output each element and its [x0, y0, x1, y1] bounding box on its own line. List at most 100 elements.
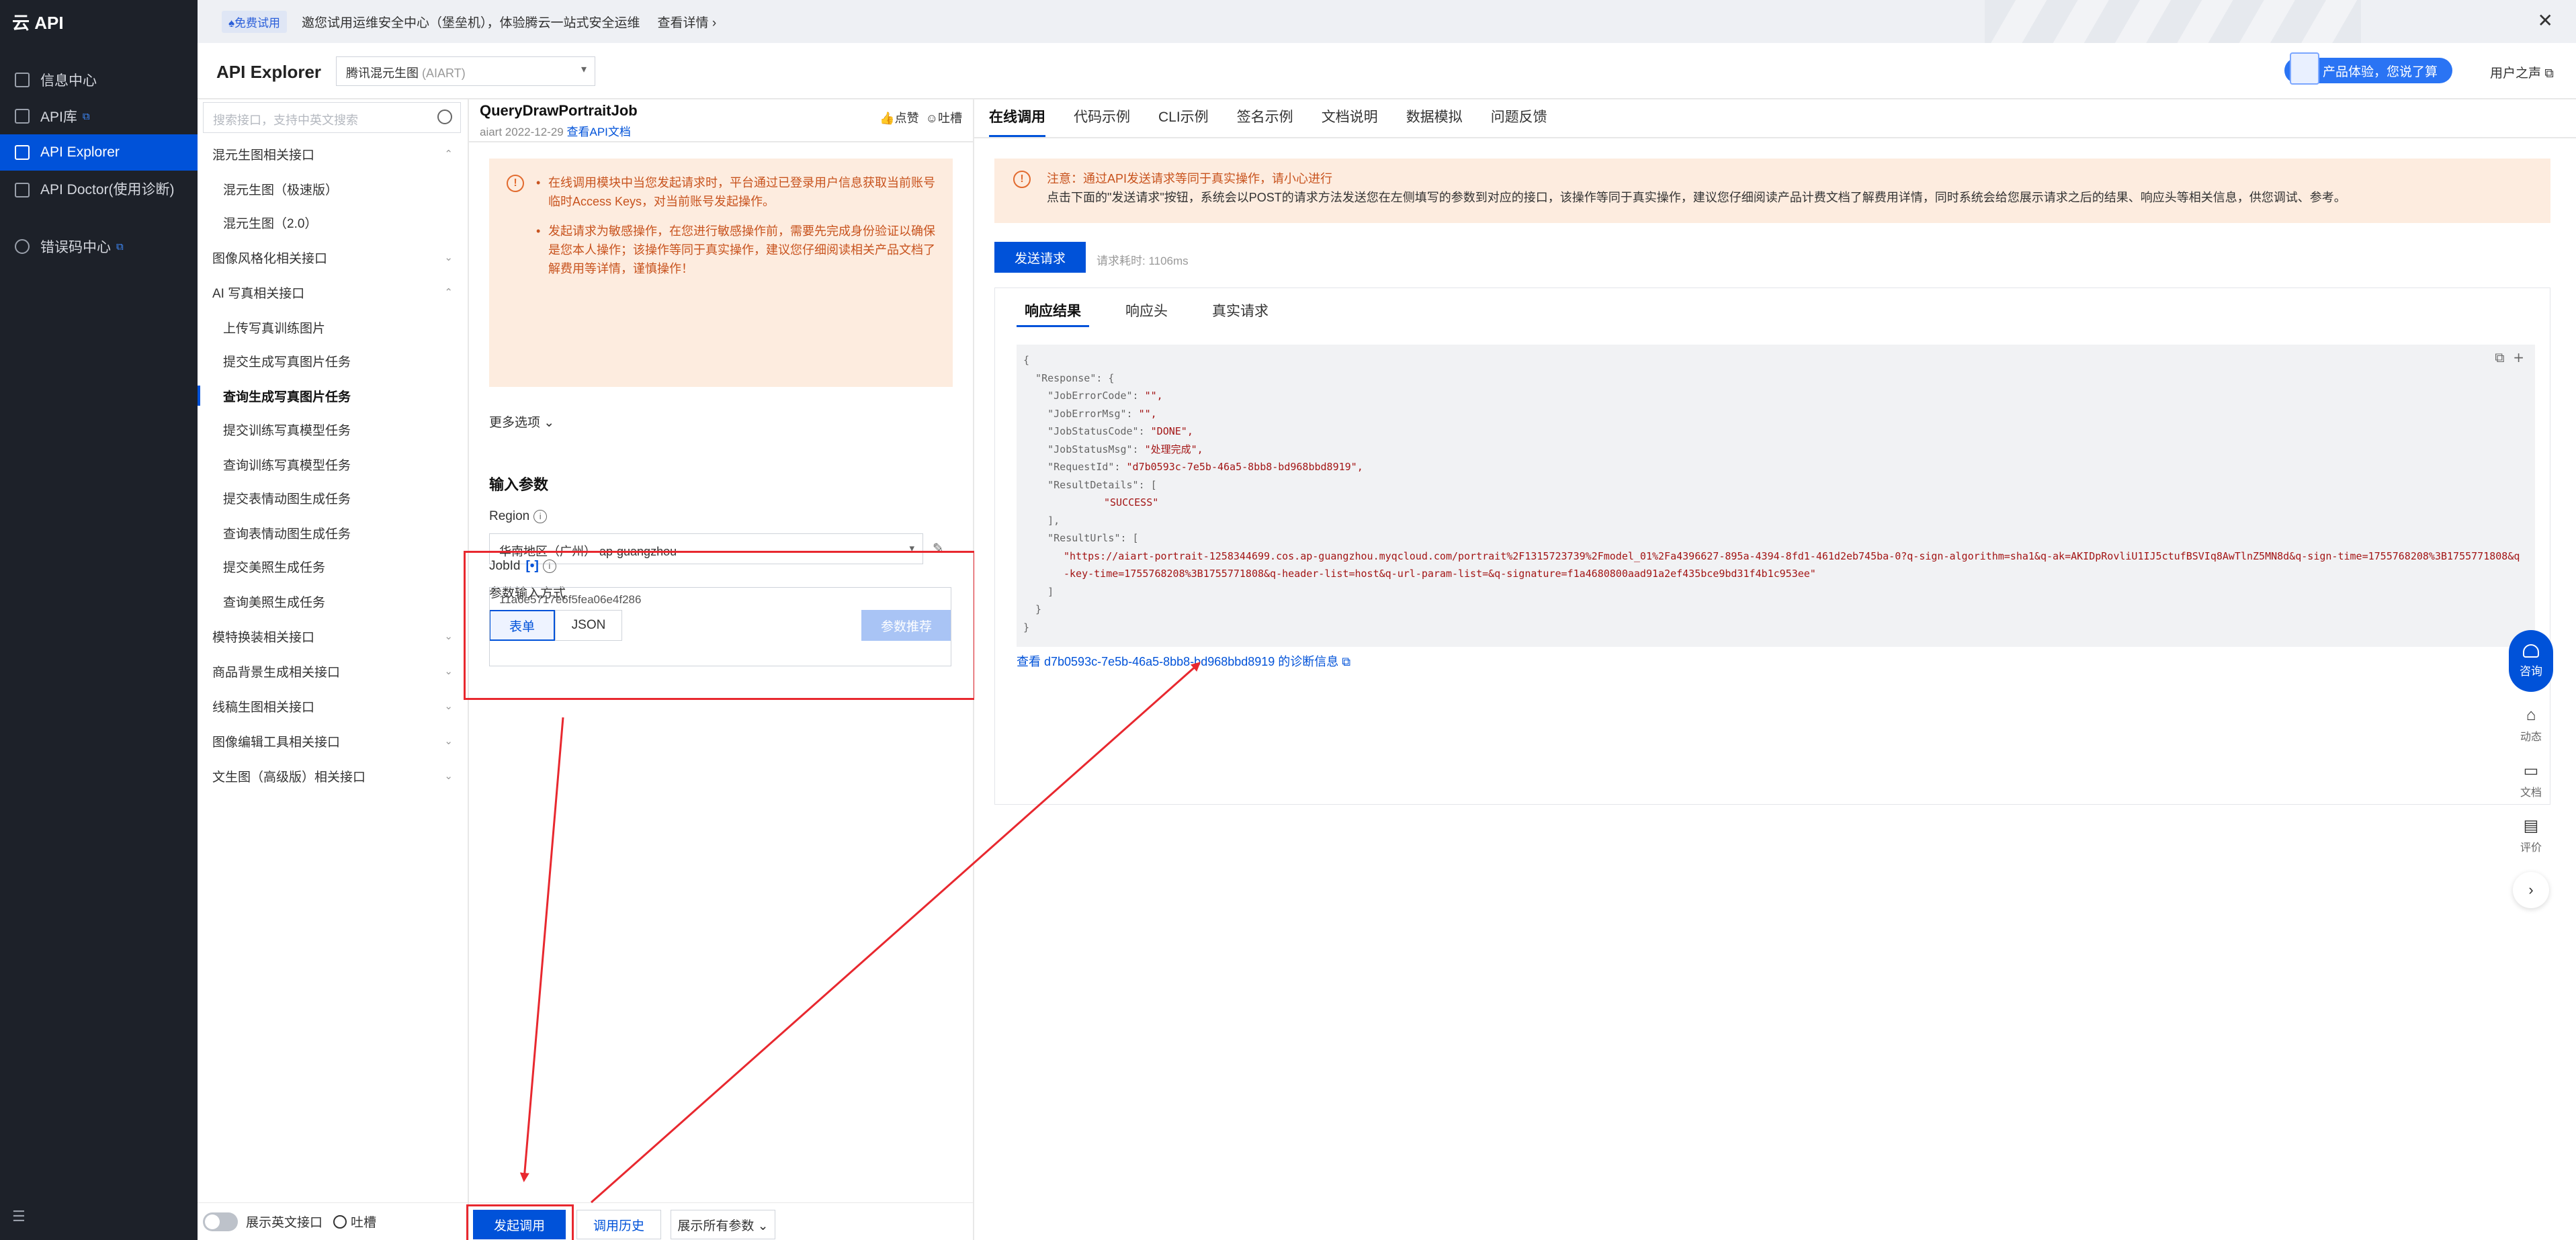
catalog-group[interactable]: 商品背景生成相关接口 ⌄ [198, 654, 469, 688]
catalog-group[interactable]: 模特换装相关接口 ⌄ [198, 619, 469, 653]
nav-item-label: API库 [40, 109, 77, 125]
notice-box: ! 注意：通过API发送请求等同于真实操作，请小心进行 点击下面的"发送请求"按… [994, 159, 2550, 223]
thumbs-up-icon[interactable]: 👍 [879, 112, 894, 125]
catalog-item[interactable]: 提交美照生成任务 [198, 549, 469, 583]
chevron-down-icon: ⌄ [444, 631, 453, 642]
tab-code-sample[interactable]: 代码示例 [1074, 99, 1130, 137]
feedback-promo-button[interactable]: 产品体验，您说了算 [2284, 52, 2452, 85]
menu-collapse-icon[interactable]: ☰ [12, 1208, 26, 1225]
more-options-toggle[interactable]: 更多选项 ⌄ [489, 412, 554, 431]
catalog-group[interactable]: 图像风格化相关接口 ⌄ [198, 240, 469, 274]
catalog-item-label: 混元生图相关接口 [212, 148, 315, 163]
call-history-button[interactable]: 调用历史 [576, 1210, 661, 1239]
catalog-item-label: 提交训练写真模型任务 [223, 423, 351, 438]
tab-response-result[interactable]: 响应结果 [1017, 300, 1089, 327]
catalog-item[interactable]: 提交表情动图生成任务 [198, 481, 469, 515]
smiley-icon [333, 1214, 347, 1229]
nav-item-info-center[interactable]: 信息中心 [0, 62, 198, 98]
chevron-up-icon: ⌃ [444, 148, 453, 160]
catalog-item[interactable]: 提交生成写真图片任务 [198, 344, 469, 378]
catalog-item-label: 线稿生图相关接口 [212, 700, 315, 715]
nav-item-api-explorer[interactable]: API Explorer [0, 134, 198, 171]
complain-label[interactable]: 吐槽 [938, 112, 962, 125]
code-line: "RequestId": "d7b0593c-7e5b-46a5-8bb8-bd… [1023, 461, 1363, 473]
info-icon[interactable]: i [533, 509, 548, 523]
catalog-item-label: 图像编辑工具相关接口 [212, 735, 341, 750]
params-bottom-bar: 发起调用 调用历史 展示所有参数 ⌄ [466, 1202, 974, 1240]
catalog-item[interactable]: 查询表情动图生成任务 [198, 516, 469, 549]
api-search-input[interactable]: 搜索接口，支持中英文搜索 [203, 102, 461, 133]
catalog-item[interactable]: 查询美照生成任务 [198, 584, 469, 618]
tab-data-mock[interactable]: 数据模拟 [1406, 99, 1463, 137]
like-label[interactable]: 点赞 [895, 112, 919, 125]
response-code-block: ⧉ + { "Response": { "JobErrorCode": "", … [1017, 345, 2535, 647]
nav-item-label: API Doctor(使用诊断) [40, 182, 175, 197]
warning-box: ! 在线调用模块中当您发起请求时，平台通过已登录用户信息获取当前账号临时Acce… [489, 159, 953, 387]
catalog-item-label: 查询表情动图生成任务 [223, 527, 351, 541]
catalog-group[interactable]: 线稿生图相关接口 ⌄ [198, 689, 469, 723]
catalog-item-label: 商品背景生成相关接口 [212, 665, 341, 680]
product-select[interactable]: 腾讯混元生图 (AIART) ▾ [336, 56, 595, 86]
docs-button[interactable]: ▭ 文档 [2509, 752, 2553, 807]
nav-item-error-code[interactable]: 错误码中心 ⧉ [0, 228, 198, 265]
nav-item-api-doctor[interactable]: API Doctor(使用诊断) [0, 173, 198, 224]
smiley-icon[interactable]: ☺ [926, 112, 938, 125]
tab-cli-sample[interactable]: CLI示例 [1158, 99, 1209, 137]
copy-icon[interactable]: ⧉ [2495, 349, 2504, 365]
tab-feedback[interactable]: 问题反馈 [1491, 99, 1547, 137]
chevron-down-icon: ⌄ [444, 770, 453, 782]
tab-real-request[interactable]: 真实请求 [1204, 300, 1277, 327]
consult-button[interactable]: 咨询 [2509, 630, 2553, 692]
divider [974, 137, 2576, 138]
catalog-item[interactable]: 提交训练写真模型任务 [198, 412, 469, 446]
api-doc-link[interactable]: 查看API文档 [567, 126, 631, 138]
catalog-group[interactable]: 图像编辑工具相关接口 ⌄ [198, 724, 469, 758]
review-label: 评价 [2520, 842, 2542, 854]
search-icon[interactable] [437, 109, 452, 124]
jobid-input[interactable]: 11a6e5717e6f5fea06e4f286 [489, 587, 951, 666]
chevron-down-icon: ▾ [581, 64, 587, 75]
required-marker: [•] [525, 559, 539, 573]
show-all-params-button[interactable]: 展示所有参数 ⌄ [671, 1210, 775, 1239]
catalog-item-label: 查询美照生成任务 [223, 595, 326, 610]
warning-text: 在线调用模块中当您发起请求时，平台通过已登录用户信息获取当前账号临时Access… [536, 173, 937, 211]
tab-signature-sample[interactable]: 签名示例 [1237, 99, 1293, 137]
brand-logo: 云 API [12, 13, 64, 33]
nav-item-api-library[interactable]: API库 ⧉ [0, 98, 198, 134]
dynamic-button[interactable]: ⌂ 动态 [2509, 697, 2553, 752]
catalog-group[interactable]: AI 写真相关接口 ⌃ [198, 275, 469, 309]
tab-response-headers[interactable]: 响应头 [1117, 300, 1176, 327]
catalog-item-label: 提交生成写真图片任务 [223, 355, 351, 369]
catalog-group[interactable]: 混元生图相关接口 ⌃ [198, 137, 469, 171]
send-request-button[interactable]: 发送请求 [994, 242, 1086, 273]
external-link-icon: ⧉ [116, 240, 124, 253]
catalog-item-label: AI 写真相关接口 [212, 286, 305, 301]
user-voice-link[interactable]: 用户之声 ⧉ [2490, 63, 2554, 81]
info-icon[interactable]: i [542, 559, 556, 573]
banner-decoration [1985, 0, 2361, 43]
catalog-item-label: 提交美照生成任务 [223, 560, 326, 575]
catalog-item[interactable]: 查询生成写真图片任务 [198, 379, 469, 412]
notice-title: 注意：通过API发送请求等同于真实操作，请小心进行 [1047, 172, 1333, 185]
diagnosis-link[interactable]: 查看 d7b0593c-7e5b-46a5-8bb8-bd968bbd8919 … [1017, 652, 1350, 670]
english-api-toggle[interactable] [203, 1212, 238, 1231]
feedback-badge-icon [2290, 52, 2319, 85]
nav-item-label: API Explorer [40, 144, 120, 160]
catalog-item[interactable]: 查询训练写真模型任务 [198, 447, 469, 481]
code-line: "SUCCESS" [1104, 496, 1159, 508]
headset-icon [2523, 644, 2539, 658]
chevron-right-icon[interactable]: › [2513, 872, 2549, 908]
catalog-group[interactable]: 文生图（高级版）相关接口 ⌄ [198, 759, 469, 793]
review-button[interactable]: ▤ 评价 [2509, 807, 2553, 862]
catalog-item[interactable]: 混元生图（2.0） [198, 206, 469, 239]
close-icon[interactable]: ✕ [2538, 9, 2553, 32]
error-code-icon [15, 239, 30, 254]
tab-doc[interactable]: 文档说明 [1322, 99, 1378, 137]
expand-icon[interactable]: + [2513, 349, 2524, 365]
catalog-item[interactable]: 混元生图（极速版） [198, 172, 469, 206]
banner-detail-link[interactable]: 查看详情 › [658, 13, 717, 31]
feedback-link[interactable]: 吐槽 [351, 1212, 376, 1231]
code-line: } [1023, 621, 1030, 633]
catalog-item[interactable]: 上传写真训练图片 [198, 310, 469, 344]
tab-online-call[interactable]: 在线调用 [989, 99, 1045, 137]
